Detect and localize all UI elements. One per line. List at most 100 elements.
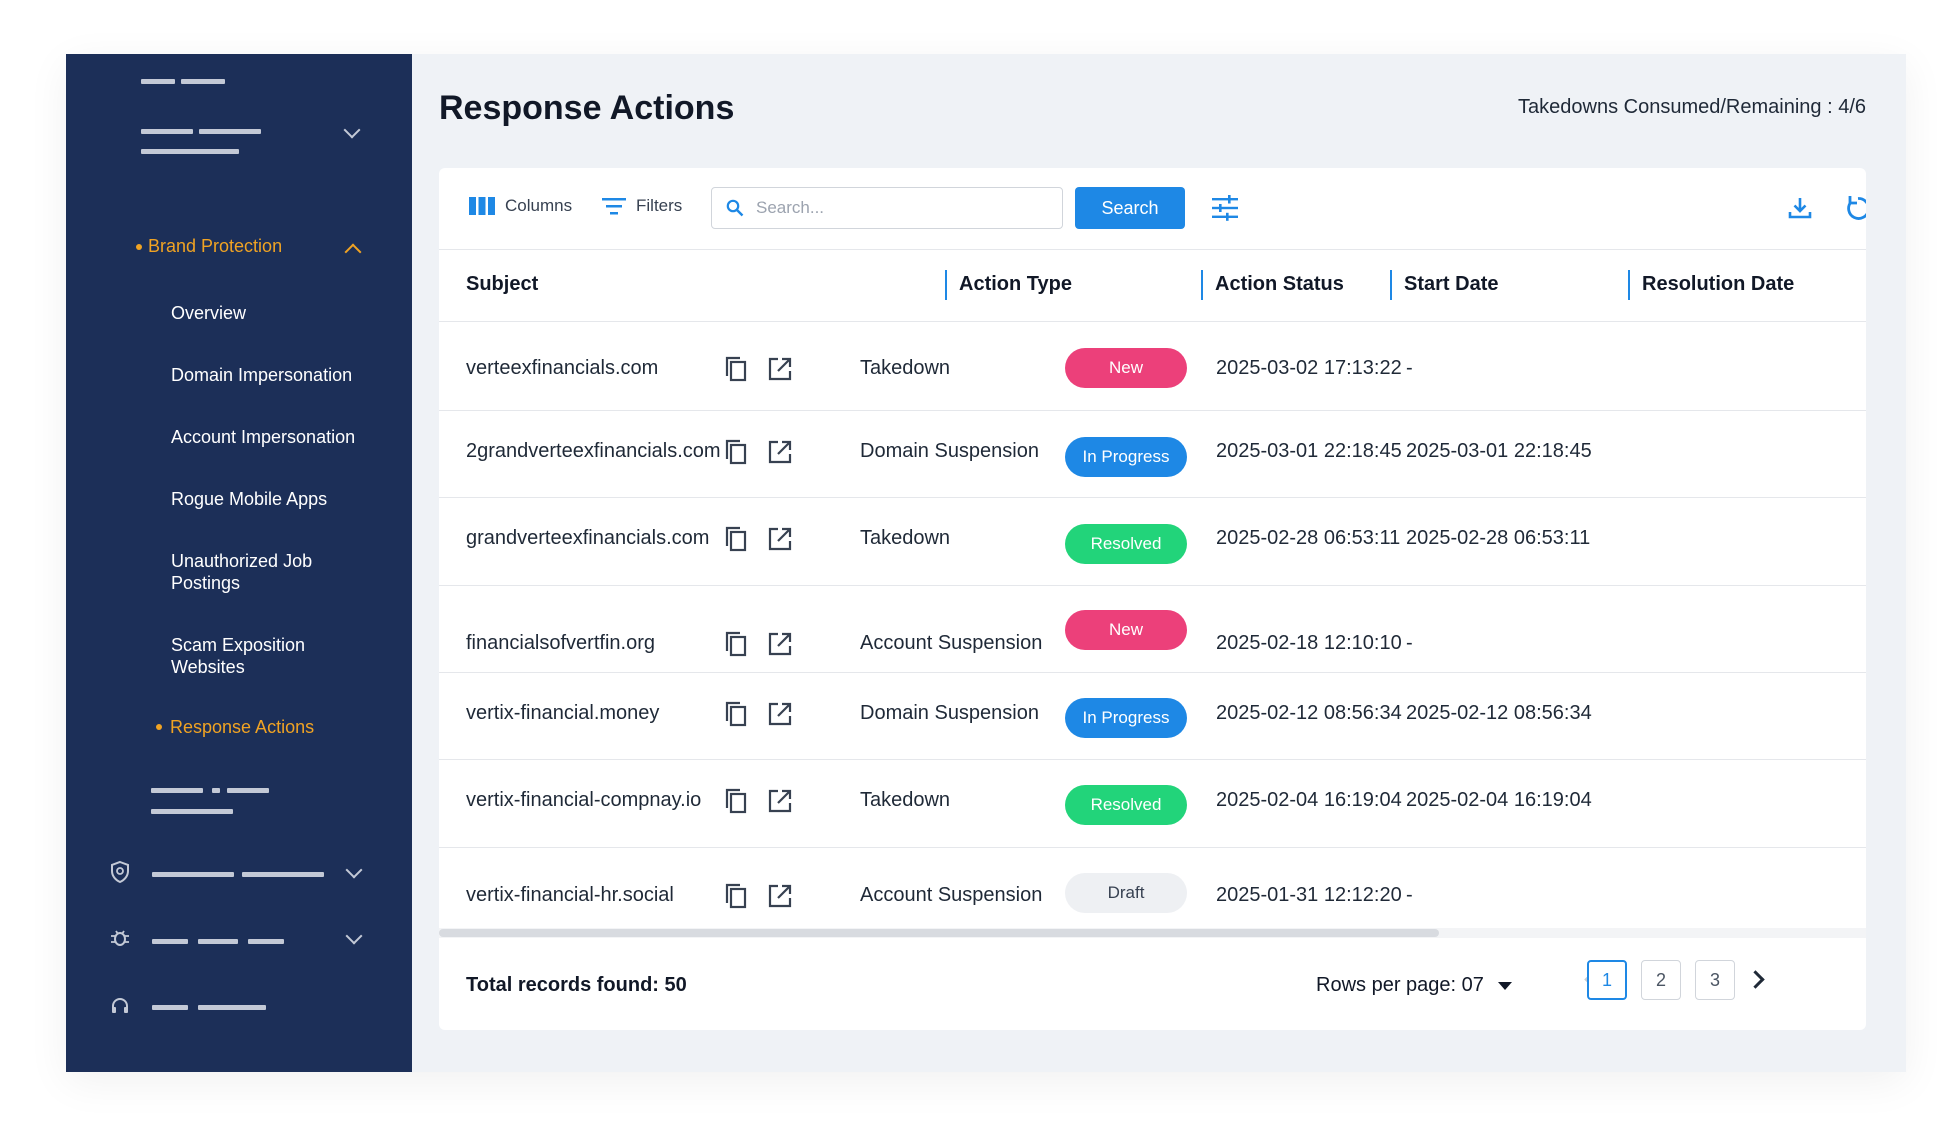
column-divider[interactable] [945,270,947,300]
status-badge: In Progress [1065,698,1187,738]
filters-icon [602,198,626,215]
sidebar-placeholder[interactable] [198,939,238,944]
copy-icon[interactable] [723,356,751,384]
sidebar-placeholder [181,79,225,84]
copy-icon[interactable] [723,883,751,911]
external-link-icon[interactable] [767,526,795,554]
sidebar-placeholder[interactable] [212,788,220,793]
shield-icon [111,860,129,884]
resolution-date-cell: - [1406,632,1413,654]
sidebar-item-response-actions[interactable]: Response Actions [156,716,366,738]
sidebar-item-account-impersonation[interactable]: Account Impersonation [171,426,381,448]
sidebar-placeholder[interactable] [199,129,261,134]
table-row[interactable]: vertix-financial.money Domain Suspension I… [439,673,1866,760]
search-field[interactable] [711,187,1063,229]
sidebar-placeholder[interactable] [248,939,284,944]
start-date-cell: 2025-02-04 16:19:04 [1216,789,1402,811]
adjust-button[interactable] [1207,190,1243,226]
column-header-start-date[interactable]: Start Date [1404,273,1498,296]
sidebar-item-rogue-mobile-apps[interactable]: Rogue Mobile Apps [171,488,381,510]
download-icon [1788,198,1812,219]
subject-cell: vertix-financial-hr.social [466,884,674,906]
page-button-1[interactable]: 1 [1587,960,1627,1000]
next-page-icon[interactable] [1746,970,1765,989]
sidebar-group-brand-protection[interactable]: Brand Protection [136,236,376,257]
sidebar-placeholder[interactable] [141,149,239,154]
download-button[interactable] [1782,190,1818,226]
table-toolbar: Columns Filters Search [439,168,1866,250]
status-badge: New [1065,610,1187,650]
sidebar-placeholder[interactable] [152,872,234,877]
page-title: Response Actions [439,89,735,127]
sidebar-placeholder[interactable] [152,1005,188,1010]
copy-icon[interactable] [723,526,751,554]
copy-icon[interactable] [723,701,751,729]
subject-cell: verteexfinancials.com [466,357,659,379]
sidebar-placeholder[interactable] [152,939,188,944]
response-actions-card: Columns Filters Search... Search Subject… [439,168,1866,1030]
column-header-action-status[interactable]: Action Status [1215,273,1344,296]
bug-icon [111,930,129,946]
table-row[interactable]: vertix-financial-hr.social Account Suspen… [439,848,1866,928]
chevron-down-icon[interactable] [343,121,361,139]
status-badge: New [1065,348,1187,388]
external-link-icon[interactable] [767,788,795,816]
column-divider[interactable] [1628,270,1630,300]
search-button[interactable]: Search [1075,187,1185,229]
horizontal-scrollbar[interactable] [439,928,1866,938]
sidebar-item-overview[interactable]: Overview [171,302,381,324]
column-divider[interactable] [1390,270,1392,300]
sidebar-placeholder[interactable] [242,872,324,877]
sidebar-placeholder[interactable] [141,129,193,134]
filters-label: Filters [636,196,683,215]
action-type-cell: Domain Suspension [860,702,1039,724]
action-type-cell: Takedown [860,789,951,811]
sidebar-item-scam-exposition-websites[interactable]: Scam Exposition Websites [171,634,321,678]
table-row[interactable]: 2grandverteexfinancials.com Domain Suspen… [439,411,1866,498]
external-link-icon[interactable] [767,356,795,384]
page-button-3[interactable]: 3 [1695,960,1735,1000]
column-header-resolution-date[interactable]: Resolution Date [1642,273,1794,296]
external-link-icon[interactable] [767,439,795,467]
refresh-button[interactable] [1840,190,1866,226]
copy-icon[interactable] [723,788,751,816]
status-badge: In Progress [1065,437,1187,477]
rows-per-page-select[interactable]: Rows per page: 07 [1316,974,1512,997]
action-type-cell: Account Suspension [860,884,1043,906]
copy-icon[interactable] [723,439,751,467]
column-header-subject[interactable]: Subject [466,273,538,296]
subject-cell: grandverteexfinancials.com [466,527,710,549]
chevron-down-icon[interactable] [345,927,363,945]
rows-per-page-label: Rows per page: 07 [1316,974,1484,996]
table-row[interactable]: verteexfinancials.com Takedown New 2025-03-… [439,322,1866,411]
sidebar-placeholder[interactable] [198,1005,266,1010]
sidebar-placeholder [141,79,175,84]
filters-button[interactable]: Filters [602,196,682,216]
scrollbar-thumb[interactable] [439,929,1439,937]
sidebar-placeholder[interactable] [151,809,233,814]
chevron-down-icon[interactable] [345,861,363,879]
sidebar-placeholder[interactable] [227,788,269,793]
sidebar-item-domain-impersonation[interactable]: Domain Impersonation [171,364,381,386]
table-row[interactable]: vertix-financial-compnay.io Takedown Resol… [439,760,1866,848]
status-badge: Draft [1065,873,1187,913]
table-row[interactable]: grandverteexfinancials.com Takedown Resolv… [439,498,1866,586]
external-link-icon[interactable] [767,631,795,659]
caret-down-icon [1497,981,1512,990]
page-button-2[interactable]: 2 [1641,960,1681,1000]
copy-icon[interactable] [723,631,751,659]
external-link-icon[interactable] [767,701,795,729]
active-dot [156,724,162,730]
start-date-cell: 2025-03-02 17:13:22 [1216,357,1402,379]
external-link-icon[interactable] [767,883,795,911]
sidebar-item-unauthorized-job-postings[interactable]: Unauthorized Job Postings [171,550,341,594]
table-row[interactable]: financialsofvertfin.org Account Suspensio… [439,586,1866,673]
active-dot [136,243,142,250]
search-input[interactable] [756,198,1046,218]
column-header-action-type[interactable]: Action Type [959,273,1072,296]
columns-button[interactable]: Columns [469,196,572,216]
sidebar-placeholder[interactable] [151,788,203,793]
sidebar-group-label: Brand Protection [148,236,283,256]
column-divider[interactable] [1201,270,1203,300]
sidebar-item-label: Response Actions [170,717,315,737]
